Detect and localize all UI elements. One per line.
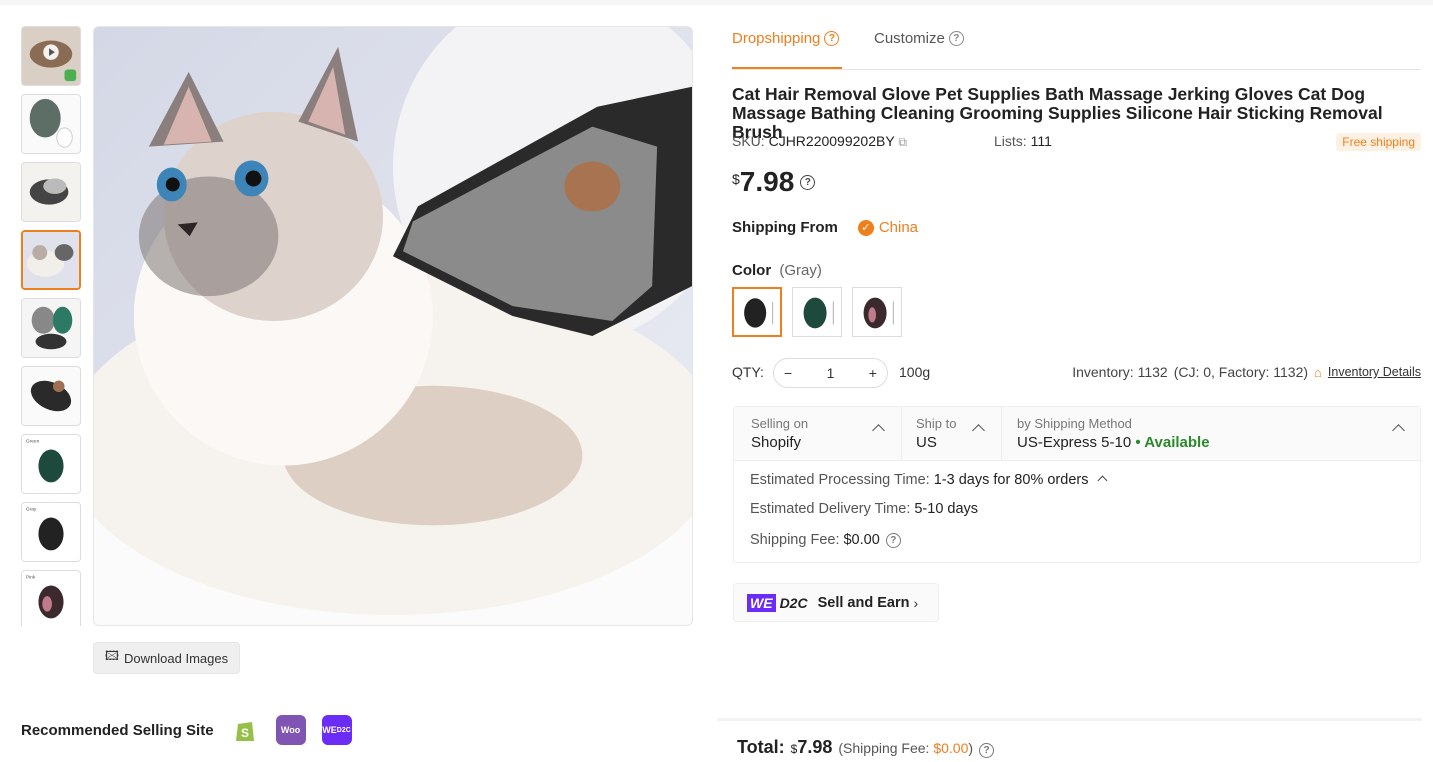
thumbnail-4-selected[interactable] [21,230,81,290]
tab-customize[interactable]: Customize ? [874,30,964,47]
svg-text:Green: Green [26,439,40,445]
qty-input[interactable]: 1 [827,365,835,381]
help-icon[interactable]: ? [824,31,840,46]
mode-tabs: Dropshipping ? Customize ? [732,26,1421,70]
availability-status: • Available [1135,434,1210,451]
inventory-details-link[interactable]: Inventory Details [1328,365,1421,379]
chevron-up-icon[interactable] [1097,475,1107,486]
price-value: 7.98 [739,166,795,197]
shipping-from: Shipping From ✓ China [732,219,918,236]
shipping-method-select[interactable]: by Shipping Method US-Express 5-10 • Ava… [1017,416,1210,451]
shipping-box: Selling on Shopify Ship to US by Shippin… [733,406,1421,563]
house-icon: ⌂ [1314,364,1322,380]
price: $ 7.98 ? [732,166,816,198]
check-icon: ✓ [857,219,874,236]
svg-text:Gray: Gray [26,507,37,513]
inventory: Inventory: 1132 (CJ: 0, Factory: 1132) ⌂… [1072,364,1421,380]
woocommerce-icon[interactable]: Woo [275,715,306,745]
sku-label: SKU: [732,133,765,149]
svg-text:Pink: Pink [26,575,36,581]
copy-icon[interactable]: ⧉ [898,135,907,149]
help-icon[interactable]: ? [948,31,964,46]
thumbnail-7[interactable]: Green [21,434,81,494]
recommended-label: Recommended Selling Site [21,721,214,739]
sku-value: CJHR220099202BY [768,133,895,149]
main-product-image [93,26,693,626]
swatch-green[interactable] [792,287,842,337]
total-label: Total: [737,737,785,757]
active-tab-indicator [732,67,842,69]
qty-minus-button[interactable]: − [784,365,792,381]
svg-text:S: S [241,726,249,740]
thumbnail-9[interactable]: Pink [21,570,81,626]
sku-row: SKU: CJHR220099202BY ⧉ Lists: 111 Free s… [732,133,1421,151]
price-currency: $ [732,171,740,187]
top-divider [0,0,1433,5]
shopify-icon[interactable]: S [229,715,260,745]
sell-and-earn-label: Sell and Earn [817,594,910,611]
quantity-row: QTY: − 1 + 100g Inventory: 1132 (CJ: 0, … [732,358,1421,388]
swatch-gray[interactable] [732,287,782,337]
total-value: 7.98 [797,737,833,757]
help-icon[interactable]: ? [885,532,901,548]
thumbnail-strip: Green Gray Pink ⌄ [21,26,81,626]
thumbnail-5[interactable] [21,298,81,358]
image-download-icon: 🖾 [104,648,120,663]
inventory-total: Inventory: 1132 [1072,364,1168,380]
thumbnail-6[interactable] [21,366,81,426]
divider [901,407,902,461]
thumbnail-2[interactable] [21,94,81,154]
processing-time: Estimated Processing Time: 1-3 days for 8… [750,472,1107,488]
chevron-right-icon: › [913,594,919,611]
help-icon[interactable]: ? [979,743,995,758]
thumbnail-3[interactable] [21,162,81,222]
download-images-label: Download Images [124,650,229,666]
ship-to-select[interactable]: Ship to US [916,416,956,451]
total-bar: Total: $7.98 (Shipping Fee: $0.00) ? [717,718,1422,762]
qty-label: QTY: [732,364,764,380]
lists-label: Lists: [994,133,1027,149]
shipping-from-label: Shipping From [732,219,838,236]
chevron-up-icon[interactable] [872,424,885,437]
product-weight: 100g [899,364,931,380]
color-row: Color (Gray) [732,262,822,279]
thumbnail-video[interactable] [21,26,81,86]
free-shipping-badge: Free shipping [1336,133,1421,151]
d2c-logo-text: D2C [779,594,808,611]
swatch-pink[interactable] [852,287,902,337]
shipping-selectors: Selling on Shopify Ship to US by Shippin… [734,407,1420,461]
download-images-button[interactable]: 🖾 Download Images [93,642,240,674]
divider [1001,407,1002,461]
total-summary: Total: $7.98 (Shipping Fee: $0.00) ? [737,737,995,758]
help-icon[interactable]: ? [800,175,816,190]
chevron-up-icon[interactable] [1392,424,1405,437]
total-shipping-fee: (Shipping Fee: $0.00) [838,740,974,756]
color-selected: (Gray) [779,262,822,279]
selling-on-select[interactable]: Selling on Shopify [751,416,808,451]
inventory-breakdown: (CJ: 0, Factory: 1132) [1173,364,1309,380]
wed2c-logo: WE [747,593,776,612]
lists-value: 111 [1030,133,1052,149]
delivery-time: Estimated Delivery Time: 5-10 days [750,501,979,517]
shipping-fee: Shipping Fee: $0.00 ? [750,532,901,548]
tab-dropshipping[interactable]: Dropshipping ? [732,30,840,47]
wed2c-icon[interactable]: WE D2C [321,715,352,745]
d2c-sell-and-earn-button[interactable]: WE D2C Sell and Earn › [733,583,939,622]
quantity-stepper: − 1 + [773,358,888,388]
chevron-up-icon[interactable] [972,424,985,437]
recommended-selling-sites: Recommended Selling Site S Woo WE D2C [21,712,352,748]
color-label: Color [732,262,772,279]
qty-plus-button[interactable]: + [869,365,877,381]
color-swatches [732,287,902,337]
thumbnail-8[interactable]: Gray [21,502,81,562]
shipping-from-option[interactable]: ✓ China [857,219,918,236]
